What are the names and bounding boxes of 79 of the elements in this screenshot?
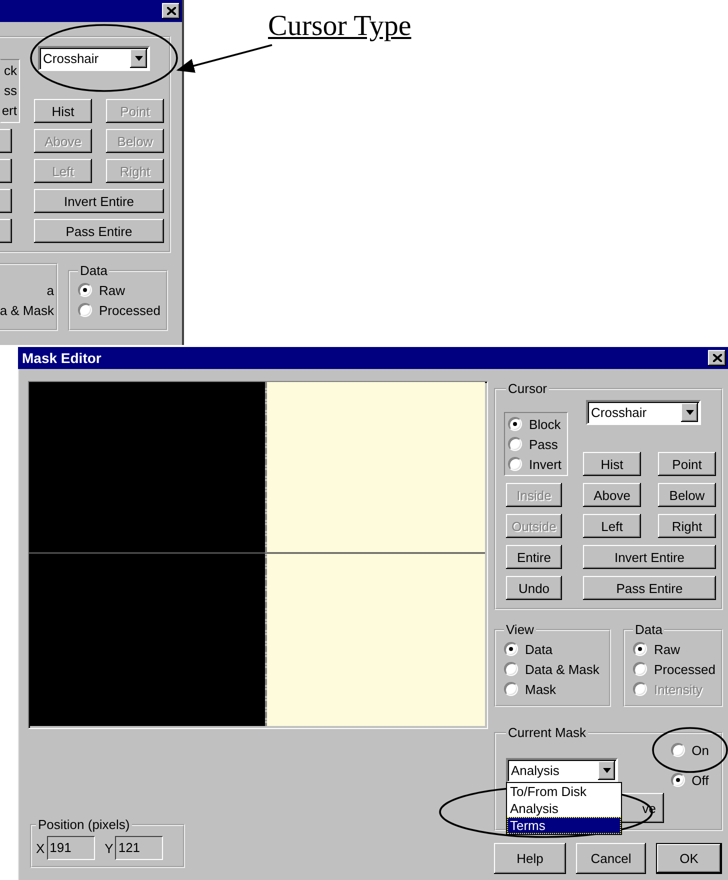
mask-dropdown[interactable]: Analysis [506, 758, 618, 783]
group-title: Cursor [507, 381, 548, 396]
radio-button[interactable] [508, 417, 522, 431]
dialog-button[interactable]: Above [583, 483, 641, 507]
dialog-button[interactable]: Hist [583, 452, 641, 476]
cursor-type-dropdown[interactable]: Crosshair [586, 400, 701, 425]
annotation-label: Cursor Type [268, 10, 412, 43]
dialog-button[interactable]: Entire [506, 545, 562, 569]
dialog-button[interactable]: Right [658, 514, 716, 538]
radio-button[interactable] [633, 662, 647, 676]
radio-label: a & Mask [0, 303, 54, 320]
group-title: Data [79, 263, 108, 278]
group-title: Position (pixels) [37, 817, 131, 832]
radio-button[interactable] [504, 642, 518, 656]
y-field[interactable]: 121 [115, 836, 164, 860]
dialog-button[interactable]: Cancel [576, 843, 646, 874]
dropdown-value: Crosshair [43, 51, 99, 66]
dialog-button[interactable]: Pass Entire [583, 576, 716, 600]
group-title: Current Mask [507, 725, 588, 740]
radio-label: ert [2, 102, 17, 120]
radio-button[interactable] [670, 743, 685, 757]
field-label: X [36, 840, 45, 856]
radio-label: Invert [529, 456, 562, 472]
partial-button[interactable] [0, 129, 12, 153]
close-button[interactable] [708, 350, 726, 366]
radio-label: Data & Mask [525, 662, 600, 676]
radio-label: Processed [99, 302, 160, 318]
partial-button[interactable] [0, 159, 12, 183]
radio-label: Block [529, 416, 561, 432]
radio-button[interactable] [670, 773, 685, 787]
group-title: Data [634, 622, 664, 637]
dropdown-arrow-button[interactable] [130, 49, 147, 68]
group-title: View [505, 622, 535, 637]
close-button[interactable] [162, 3, 180, 19]
caret-down-icon [686, 410, 694, 415]
field-label: Y [104, 840, 114, 856]
dialog-button[interactable]: Below [658, 483, 716, 507]
dialog-button[interactable]: Help [494, 843, 566, 874]
dialog-button[interactable]: Left [583, 514, 641, 538]
dropdown-value: Crosshair [591, 405, 647, 420]
dialog-button[interactable]: Invert Entire [583, 545, 716, 569]
dialog-button[interactable]: Hist [34, 99, 92, 123]
radio-label: On [692, 742, 709, 758]
radio-label: Intensity [654, 682, 702, 696]
radio-button[interactable] [78, 283, 92, 297]
radio-button[interactable] [504, 662, 518, 676]
dropdown-arrow-button[interactable] [598, 761, 615, 780]
dropdown-arrow-button[interactable] [681, 403, 698, 422]
caret-down-icon [602, 768, 610, 773]
radio-label: ss [4, 82, 17, 100]
radio-label: ck [4, 62, 17, 80]
radio-button[interactable] [504, 682, 518, 696]
radio-label: Pass [529, 436, 558, 452]
radio-button[interactable] [633, 642, 647, 656]
window-title: Mask Editor [22, 350, 102, 366]
radio-label: Raw [654, 642, 680, 656]
dialog-button[interactable]: Pass Entire [34, 219, 164, 243]
radio-button[interactable] [508, 457, 522, 471]
radio-label: Off [692, 772, 709, 788]
dropdown-value: Analysis [511, 763, 560, 778]
dialog-button[interactable]: Invert Entire [34, 189, 164, 213]
radio-label: Raw [99, 282, 126, 298]
cursor-type-dropdown[interactable]: Crosshair [38, 46, 150, 71]
radio-button[interactable] [508, 437, 522, 451]
radio-label: Processed [654, 662, 716, 676]
caret-down-icon [134, 56, 142, 61]
radio-label: a [46, 283, 54, 300]
dialog-button[interactable]: OK [656, 843, 722, 874]
x-field[interactable]: 191 [46, 836, 95, 860]
partial-button[interactable] [0, 219, 12, 243]
radio-button[interactable] [78, 303, 92, 317]
close-icon [166, 7, 176, 15]
dropdown-option[interactable]: Terms [507, 817, 621, 834]
dialog-button[interactable]: Undo [506, 576, 562, 600]
close-icon [712, 354, 722, 362]
dialog-button[interactable]: Point [658, 452, 716, 476]
partial-button[interactable] [0, 189, 12, 213]
radio-label: Mask [525, 682, 556, 696]
radio-label: Data [525, 642, 552, 656]
